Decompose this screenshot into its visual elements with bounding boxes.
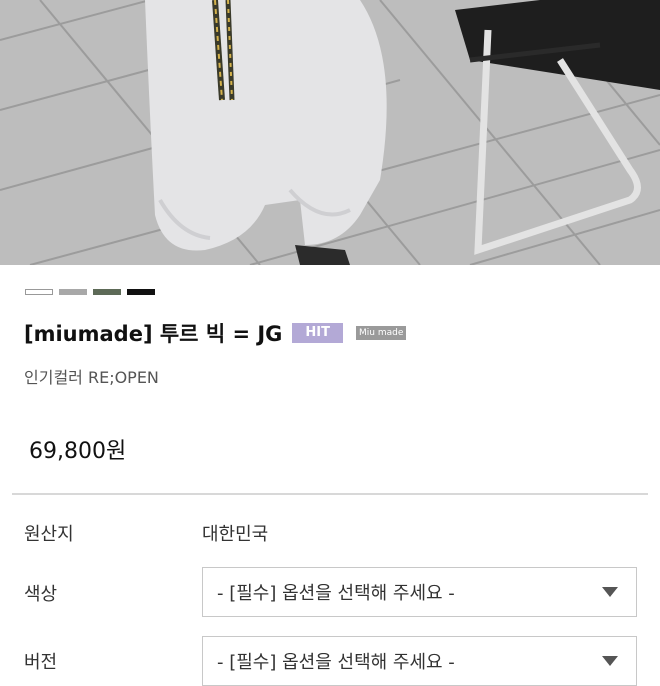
hit-badge: HIT [292,323,343,343]
version-option-label: 버전 [24,652,58,673]
color-swatch-list [25,289,155,295]
product-photo-illustration [0,0,660,265]
product-title-row: [miumade] 투르 빅 = JG HIT Miu made [24,318,407,348]
color-swatch-gray[interactable] [59,289,87,295]
product-price: 69,800원 [29,439,127,464]
product-subtitle: 인기컬러 RE;OPEN [24,368,159,387]
origin-value: 대한민국 [202,524,269,545]
color-swatch-black[interactable] [127,289,155,295]
color-swatch-white[interactable] [25,289,53,295]
section-divider [12,493,648,495]
version-option-select-value: - [필수] 옵션을 선택해 주세요 - [217,652,455,673]
color-option-select[interactable]: - [필수] 옵션을 선택해 주세요 - [202,567,637,617]
color-swatch-dark-green[interactable] [93,289,121,295]
color-option-label: 색상 [24,584,58,605]
brand-badge: Miu made [356,326,407,340]
product-photo[interactable] [0,0,660,265]
color-option-select-value: - [필수] 옵션을 선택해 주세요 - [217,583,455,604]
origin-label: 원산지 [24,524,74,545]
chevron-down-icon [602,656,618,666]
version-option-select[interactable]: - [필수] 옵션을 선택해 주세요 - [202,636,637,686]
product-title: [miumade] 투르 빅 = JG [24,322,283,346]
chevron-down-icon [602,587,618,597]
